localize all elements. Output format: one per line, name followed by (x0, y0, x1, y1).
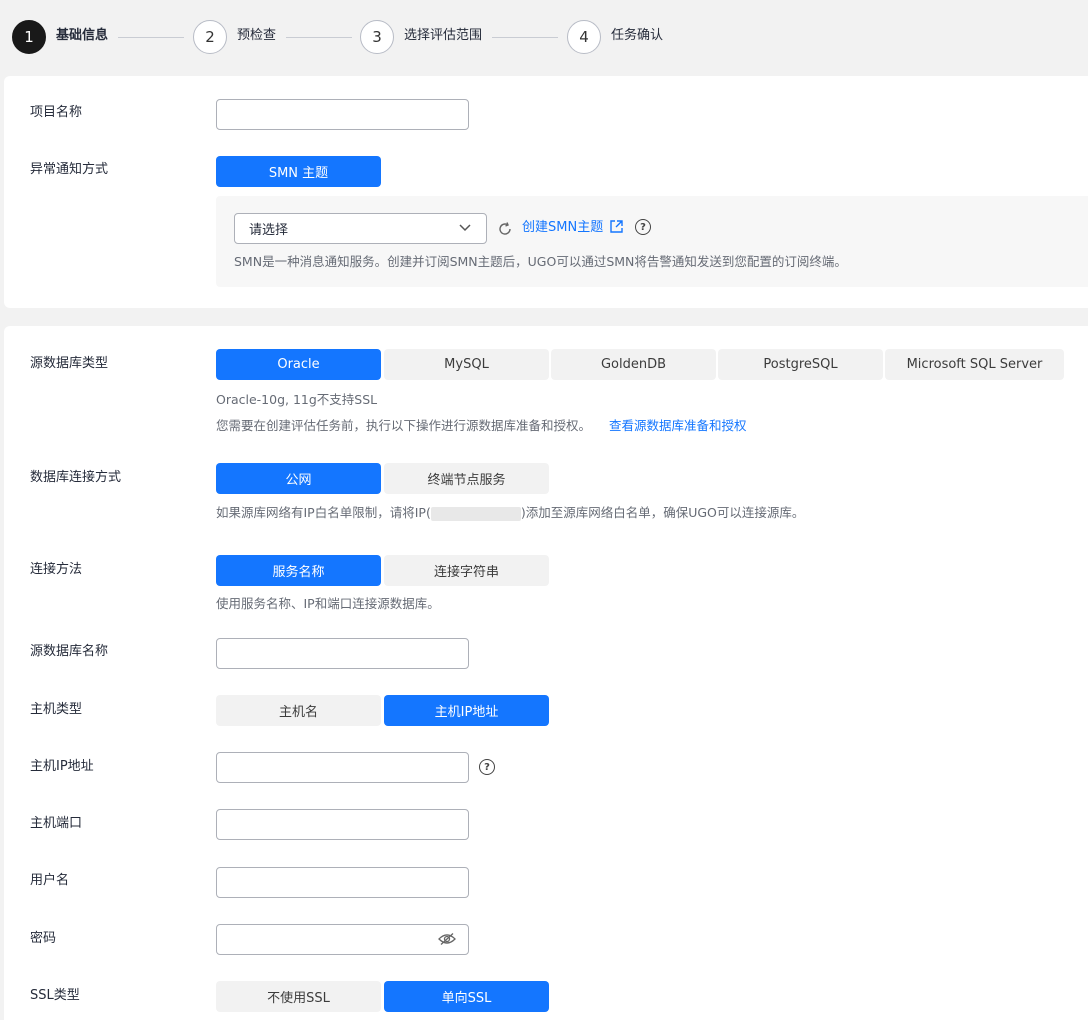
help-icon[interactable]: ? (479, 759, 495, 775)
smn-topic-option[interactable]: SMN 主题 (216, 156, 381, 187)
db-type-goldendb[interactable]: GoldenDB (551, 349, 716, 380)
username-input[interactable] (216, 867, 469, 898)
ssl-type-label: SSL类型 (30, 988, 80, 1003)
external-link-icon[interactable] (609, 219, 624, 234)
conn-method-label: 连接方法 (30, 562, 83, 577)
step-4-label[interactable]: 任务确认 (611, 27, 663, 45)
project-name-label: 项目名称 (30, 105, 83, 120)
conn-mode-endpoint[interactable]: 终端节点服务 (384, 463, 549, 494)
db-name-input[interactable] (216, 638, 469, 669)
masked-ip (430, 506, 521, 521)
host-type-ip[interactable]: 主机IP地址 (384, 695, 549, 726)
step-3-circle[interactable]: 3 (360, 20, 394, 54)
ip-hint-post: )添加至源库网络白名单，确保UGO可以连接源库。 (520, 505, 805, 520)
create-smn-topic-link[interactable]: 创建SMN主题 (522, 219, 603, 237)
conn-mode-public[interactable]: 公网 (216, 463, 381, 494)
step-2-label[interactable]: 预检查 (237, 27, 276, 45)
smn-select-value: 请选择 (249, 223, 289, 238)
step-1-circle[interactable]: 1 (12, 20, 46, 54)
ip-whitelist-hint: 如果源库网络有IP白名单限制，请将IP( )添加至源库网络白名单，确保UGO可以连… (216, 504, 804, 522)
db-prep-text: 您需要在创建评估任务前，执行以下操作进行源数据库准备和授权。 (216, 418, 592, 433)
host-port-input[interactable] (216, 809, 469, 840)
oracle-ssl-hint: Oracle-10g, 11g不支持SSL (216, 392, 378, 407)
db-prep-hint: 您需要在创建评估任务前，执行以下操作进行源数据库准备和授权。 查看源数据库准备和… (216, 417, 747, 435)
ssl-type-none[interactable]: 不使用SSL (216, 981, 381, 1012)
host-type-hostname[interactable]: 主机名 (216, 695, 381, 726)
host-ip-input[interactable] (216, 752, 469, 783)
db-type-oracle[interactable]: Oracle (216, 349, 381, 380)
smn-topic-select[interactable]: 请选择 (234, 213, 487, 244)
host-type-label: 主机类型 (30, 702, 83, 717)
project-name-input[interactable] (216, 99, 469, 130)
refresh-icon[interactable] (497, 221, 513, 237)
username-label: 用户名 (30, 873, 70, 888)
smn-hint: SMN是一种消息通知服务。创建并订阅SMN主题后，UGO可以通过SMN将告警通知… (234, 254, 847, 269)
conn-mode-label: 数据库连接方式 (30, 470, 122, 485)
conn-method-hint: 使用服务名称、IP和端口连接源数据库。 (216, 596, 440, 611)
notify-method-label: 异常通知方式 (30, 162, 109, 177)
db-name-label: 源数据库名称 (30, 644, 109, 659)
host-ip-label: 主机IP地址 (30, 759, 94, 774)
step-connector (118, 37, 184, 38)
conn-method-connection-string[interactable]: 连接字符串 (384, 555, 549, 586)
step-connector (286, 37, 352, 38)
host-port-label: 主机端口 (30, 816, 83, 831)
step-2-circle[interactable]: 2 (193, 20, 227, 54)
chevron-down-icon (459, 224, 471, 232)
conn-method-service-name[interactable]: 服务名称 (216, 555, 381, 586)
db-type-label: 源数据库类型 (30, 356, 109, 371)
step-connector (492, 37, 558, 38)
ip-hint-pre: 如果源库网络有IP白名单限制，请将IP( (216, 505, 431, 520)
help-icon[interactable]: ? (635, 219, 651, 235)
step-1-label[interactable]: 基础信息 (56, 27, 108, 45)
eye-hidden-icon[interactable] (438, 932, 456, 946)
db-prep-link[interactable]: 查看源数据库准备和授权 (609, 418, 747, 433)
password-label: 密码 (30, 931, 57, 946)
db-type-sqlserver[interactable]: Microsoft SQL Server (885, 349, 1064, 380)
db-type-postgresql[interactable]: PostgreSQL (718, 349, 883, 380)
ssl-type-one-way[interactable]: 单向SSL (384, 981, 549, 1012)
step-3-label[interactable]: 选择评估范围 (404, 27, 482, 45)
password-input[interactable] (216, 924, 469, 955)
step-4-circle[interactable]: 4 (567, 20, 601, 54)
db-type-mysql[interactable]: MySQL (384, 349, 549, 380)
